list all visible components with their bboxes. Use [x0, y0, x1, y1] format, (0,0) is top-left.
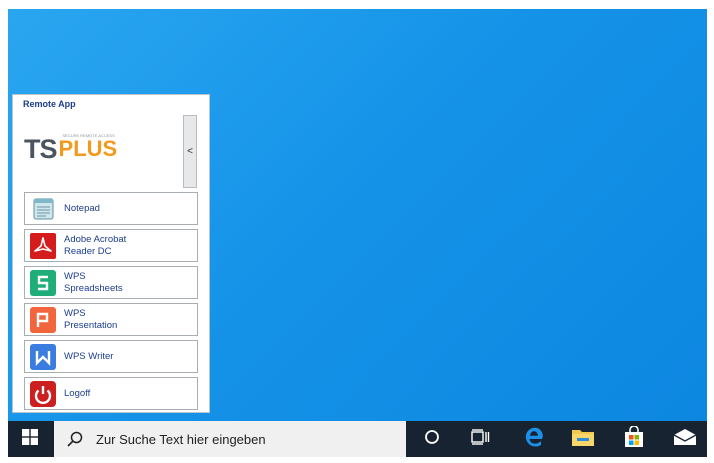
mail-button[interactable]	[663, 421, 707, 457]
notepad-icon	[29, 195, 57, 223]
cortana-button[interactable]	[410, 421, 454, 457]
logo-tagline: SECURE REMOTE ACCESS	[62, 133, 115, 138]
wps-presentation-icon	[29, 306, 57, 334]
collapse-button[interactable]: <	[183, 115, 197, 188]
logoff-icon	[29, 380, 57, 408]
start-button[interactable]	[8, 421, 52, 457]
screen: Remote App TS SECURE REMOTE ACCESS PLUS …	[8, 9, 707, 457]
task-view-button[interactable]	[458, 421, 502, 457]
app-label: WPS	[64, 270, 86, 282]
store-icon	[623, 424, 645, 453]
panel-title: Remote App	[23, 99, 76, 109]
taskbar-search[interactable]: Zur Suche Text hier eingeben	[54, 421, 406, 457]
app-label: WPS Writer	[64, 350, 114, 362]
app-label-line2: Spreadsheets	[64, 282, 123, 294]
cortana-icon	[423, 428, 441, 451]
search-icon	[66, 430, 84, 448]
logo-plus: PLUS	[58, 136, 118, 161]
app-notepad-button[interactable]: Notepad	[24, 192, 198, 225]
app-label: Adobe Acrobat	[64, 233, 127, 245]
app-label: Logoff	[64, 387, 91, 399]
edge-button[interactable]	[512, 421, 556, 457]
app-label-line2: Presentation	[64, 319, 118, 331]
remote-app-panel: Remote App TS SECURE REMOTE ACCESS PLUS …	[12, 94, 210, 413]
app-label: WPS	[64, 307, 86, 319]
windows-start-icon	[22, 428, 38, 450]
store-button[interactable]	[612, 421, 656, 457]
edge-icon	[523, 426, 545, 453]
chevron-left-icon: <	[187, 146, 193, 157]
logo-ts: TS	[24, 134, 58, 164]
file-explorer-button[interactable]	[561, 421, 605, 457]
mail-icon	[673, 428, 697, 451]
taskbar: Zur Suche Text hier eingeben	[8, 421, 707, 457]
wps-writer-icon	[29, 343, 57, 371]
wps-spreadsheets-icon	[29, 269, 57, 297]
app-wps-presentation-button[interactable]: WPS Presentation	[24, 303, 198, 336]
app-wps-spreadsheets-button[interactable]: WPS Spreadsheets	[24, 266, 198, 299]
file-explorer-icon	[571, 427, 595, 452]
app-label: Notepad	[64, 202, 100, 214]
app-label-line2: Reader DC	[64, 245, 112, 257]
adobe-acrobat-icon	[29, 232, 57, 260]
app-logoff-button[interactable]: Logoff	[24, 377, 198, 410]
search-placeholder: Zur Suche Text hier eingeben	[96, 431, 266, 447]
app-adobe-acrobat-button[interactable]: Adobe Acrobat Reader DC	[24, 229, 198, 262]
tsplus-logo: TS SECURE REMOTE ACCESS PLUS	[24, 133, 118, 164]
task-view-icon	[470, 428, 490, 451]
app-wps-writer-button[interactable]: WPS Writer	[24, 340, 198, 373]
